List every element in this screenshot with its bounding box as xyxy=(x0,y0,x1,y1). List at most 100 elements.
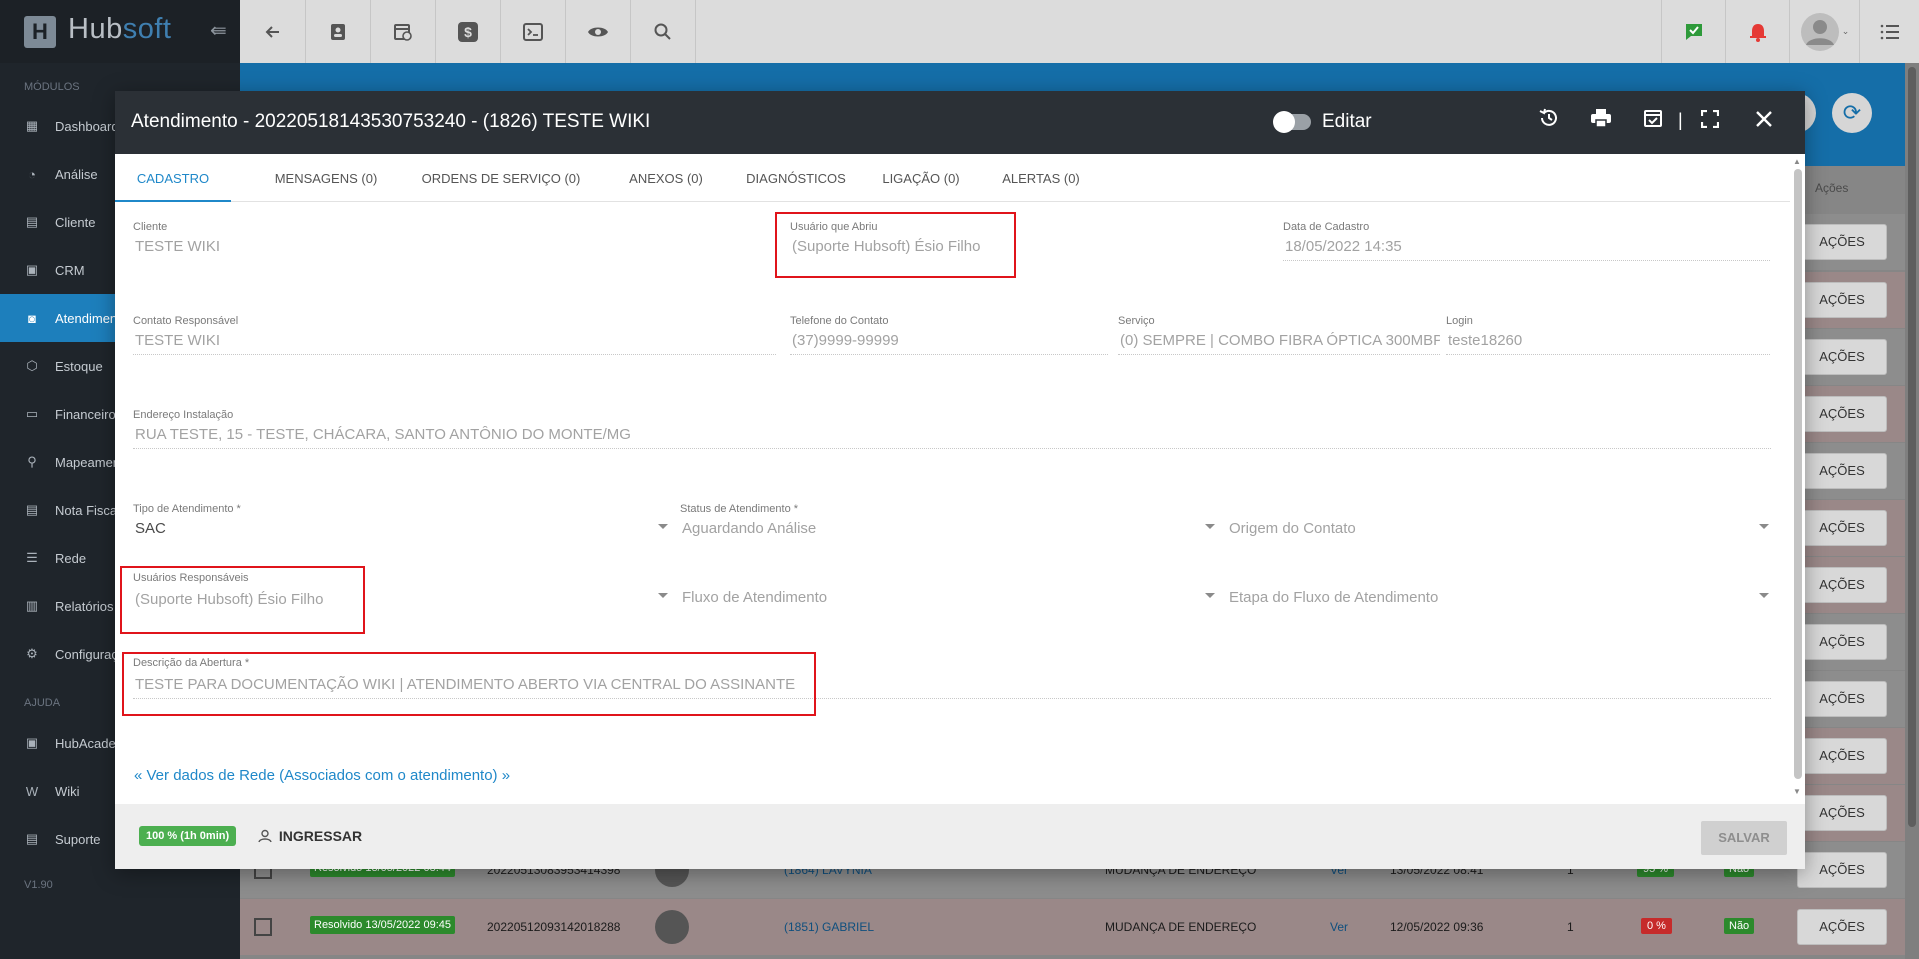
ver-link[interactable]: Ver xyxy=(1330,920,1348,934)
support-icon: ▤ xyxy=(25,831,39,846)
count: 1 xyxy=(1567,920,1574,934)
acoes-button[interactable]: AÇÕES xyxy=(1797,738,1887,774)
refresh-icon[interactable]: ⟳ xyxy=(1832,93,1872,133)
field-underline xyxy=(1283,260,1770,261)
scroll-down-icon[interactable]: ▼ xyxy=(1793,787,1801,796)
flag-badge: Não xyxy=(1724,918,1755,934)
modal-scrollbar[interactable]: ▲ ▼ xyxy=(1793,157,1803,797)
scroll-thumb[interactable] xyxy=(1794,169,1802,779)
field-contato-responsavel[interactable]: Contato Responsável TESTE WIKI xyxy=(133,315,776,355)
highlight-usuario-que-abriu xyxy=(775,212,1016,278)
calendar-clock-icon[interactable] xyxy=(371,0,436,63)
calendar-check-icon[interactable] xyxy=(1638,107,1668,137)
field-value: teste18260 xyxy=(1448,332,1523,349)
field-label: Serviço xyxy=(1118,315,1155,327)
select-origem-do-contato[interactable]: Origem do Contato xyxy=(1227,503,1771,543)
sidebar-item-label: Cliente xyxy=(55,214,96,230)
field-login[interactable]: Login teste18260 xyxy=(1446,315,1770,355)
box-icon: ⬡ xyxy=(26,358,38,373)
page-scrollbar[interactable] xyxy=(1905,63,1919,959)
field-value: Aguardando Análise xyxy=(682,520,817,537)
edit-toggle[interactable] xyxy=(1273,111,1311,133)
acoes-button[interactable]: AÇÕES xyxy=(1797,396,1887,432)
dashboard-icon: ▦ xyxy=(25,118,39,133)
sidebar-item-label: Nota Fiscal xyxy=(55,502,121,518)
chevron-down-icon xyxy=(658,593,668,598)
field-endereco-instalacao[interactable]: Endereço Instalação RUA TESTE, 15 - TEST… xyxy=(133,409,1771,449)
fullscreen-icon[interactable] xyxy=(1695,107,1725,137)
network-data-link[interactable]: « Ver dados de Rede (Associados com o at… xyxy=(134,767,510,784)
acoes-button[interactable]: AÇÕES xyxy=(1797,224,1887,260)
field-servico[interactable]: Serviço (0) SEMPRE | COMBO FIBRA ÓPTICA … xyxy=(1118,315,1440,355)
sidebar-section-help: AJUDA xyxy=(24,697,61,709)
collapse-menu-icon[interactable]: ⇚ xyxy=(210,18,227,43)
ingressar-button[interactable]: INGRESSAR xyxy=(258,828,362,844)
field-underline xyxy=(133,354,776,355)
modal-header: Atendimento - 20220518143530753240 - (18… xyxy=(115,91,1805,154)
scroll-up-icon[interactable]: ▲ xyxy=(1793,157,1801,166)
search-icon[interactable] xyxy=(631,0,696,63)
select-fluxo-de-atendimento[interactable]: Fluxo de Atendimento xyxy=(680,572,1217,613)
progress-badge: 100 % (1h 0min) xyxy=(139,826,237,846)
eye-icon[interactable] xyxy=(566,0,631,63)
progress-badge: 0 % xyxy=(1641,918,1672,934)
map-pin-icon: ⚲ xyxy=(27,454,37,469)
close-icon[interactable] xyxy=(1749,107,1779,137)
acoes-button[interactable]: AÇÕES xyxy=(1797,852,1887,888)
acoes-button[interactable]: AÇÕES xyxy=(1797,909,1887,945)
print-icon[interactable] xyxy=(1586,107,1616,137)
highlight-descricao xyxy=(122,652,816,716)
select-etapa-do-fluxo[interactable]: Etapa do Fluxo de Atendimento xyxy=(1227,572,1771,613)
field-telefone-do-contato[interactable]: Telefone do Contato (37)9999-99999 xyxy=(790,315,1108,355)
save-button[interactable]: SALVAR xyxy=(1701,821,1787,855)
modal-tabs: CADASTRO MENSAGENS (0) ORDENS DE SERVIÇO… xyxy=(115,154,1790,202)
tab-ordens-de-servico[interactable]: ORDENS DE SERVIÇO (0) xyxy=(401,154,601,202)
field-data-de-cadastro[interactable]: Data de Cadastro 18/05/2022 14:35 xyxy=(1283,221,1770,261)
back-arrow-icon[interactable] xyxy=(241,0,306,63)
acoes-button[interactable]: AÇÕES xyxy=(1797,282,1887,318)
row-checkbox[interactable] xyxy=(254,918,272,936)
alarm-bell-icon[interactable] xyxy=(1725,0,1789,63)
scroll-thumb[interactable] xyxy=(1908,67,1916,827)
dollar-icon[interactable]: $ xyxy=(436,0,501,63)
chevron-down-icon xyxy=(1759,593,1769,598)
atendimento-modal: Atendimento - 20220518143530753240 - (18… xyxy=(115,91,1805,869)
sidebar-item-label: Dashboard xyxy=(55,118,119,134)
select-tipo-de-atendimento[interactable]: Tipo de Atendimento * SAC xyxy=(133,503,670,543)
terminal-icon[interactable] xyxy=(501,0,566,63)
field-label: Data de Cadastro xyxy=(1283,221,1370,233)
acoes-button[interactable]: AÇÕES xyxy=(1797,339,1887,375)
sidebar-item-label: Rede xyxy=(55,550,87,566)
acoes-button[interactable]: AÇÕES xyxy=(1797,795,1887,831)
acoes-button[interactable]: AÇÕES xyxy=(1797,510,1887,546)
protocol-code: 20220512093142018288 xyxy=(487,920,621,934)
sidebar-item-label: Wiki xyxy=(55,783,80,799)
acoes-button[interactable]: AÇÕES xyxy=(1797,567,1887,603)
tab-cadastro[interactable]: CADASTRO xyxy=(115,154,231,202)
avatar[interactable]: ⌄ xyxy=(1789,0,1859,63)
client-link[interactable]: (1851) GABRIEL xyxy=(784,920,874,934)
acoes-button[interactable]: AÇÕES xyxy=(1797,681,1887,717)
field-value: SAC xyxy=(135,520,166,537)
select-status-de-atendimento[interactable]: Status de Atendimento * Aguardando Análi… xyxy=(680,503,1217,543)
chevron-down-icon xyxy=(1205,593,1215,598)
invoice-icon: ▤ xyxy=(25,502,39,517)
menu-list-icon[interactable] xyxy=(1859,0,1919,63)
server-icon: ☰ xyxy=(26,550,38,565)
chat-check-icon[interactable] xyxy=(1661,0,1725,63)
field-cliente[interactable]: Cliente TESTE WIKI xyxy=(133,221,653,261)
svg-text:$: $ xyxy=(464,24,472,40)
acoes-button[interactable]: AÇÕES xyxy=(1797,624,1887,660)
status-badge: Resolvido 13/05/2022 09:45 xyxy=(310,916,455,934)
tab-mensagens[interactable]: MENSAGENS (0) xyxy=(251,154,401,202)
tab-alertas[interactable]: ALERTAS (0) xyxy=(956,154,1126,202)
acoes-button[interactable]: AÇÕES xyxy=(1797,453,1887,489)
history-icon[interactable] xyxy=(1534,107,1564,137)
contact-card-icon[interactable] xyxy=(306,0,371,63)
chevron-down-icon: ⌄ xyxy=(1841,26,1850,36)
crm-icon: ▣ xyxy=(25,262,39,277)
sidebar-item-label: Financeiro xyxy=(55,406,116,422)
top-bar: H Hubsoft ⇚ $ ⌄ xyxy=(0,0,1919,63)
hubsoft-logo-icon: H xyxy=(24,16,56,48)
field-value: Etapa do Fluxo de Atendimento xyxy=(1229,589,1439,606)
